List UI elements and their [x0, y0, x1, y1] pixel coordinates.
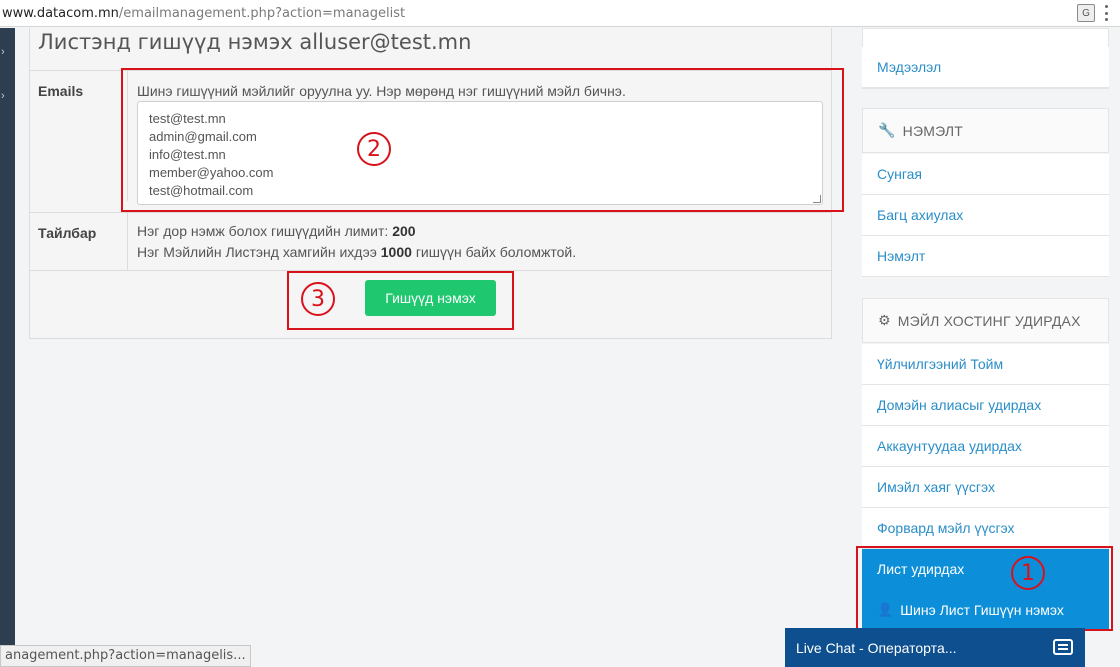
emails-label: Emails	[30, 71, 128, 201]
wrench-icon: 🔧	[878, 122, 896, 138]
limit-note-value: 200	[392, 223, 416, 239]
annotation-number-3: 3	[301, 282, 335, 316]
note-row: Тайлбар	[30, 212, 831, 270]
sidebar-item-accounts[interactable]: Аккаунтуудаа удирдах	[862, 426, 1109, 467]
annotation-number-1: 1	[1011, 556, 1045, 590]
url-path: /emailmanagement.php?action=managelist	[118, 5, 406, 21]
gear-icon: ⚙	[878, 312, 891, 328]
status-bar-url: anagement.php?action=managelis...	[0, 645, 251, 667]
sidebar-item-upgrade[interactable]: Багц ахиулах	[862, 195, 1109, 236]
translate-icon[interactable]: G	[1077, 4, 1095, 22]
sidebar-item-addons[interactable]: Нэмэлт	[862, 236, 1109, 277]
address-bar[interactable]: www.datacom.mn/emailmanagement.php?actio…	[0, 0, 1120, 27]
mail-hosting-header-label: МЭЙЛ ХОСТИНГ УДИРДАХ	[897, 312, 1081, 329]
chevron-right-icon[interactable]: ›	[1, 90, 5, 102]
url-text[interactable]: www.datacom.mn/emailmanagement.php?actio…	[0, 6, 405, 21]
max-members-note: Нэг Мэйлийн Листэнд хамгийн ихдээ 1000 г…	[137, 244, 576, 260]
url-host: www.datacom.mn	[2, 5, 119, 21]
annotation-box-1	[856, 546, 1113, 631]
left-nav-strip: › ›	[0, 28, 15, 667]
addon-header: 🔧 НЭМЭЛТ	[862, 108, 1109, 153]
annotation-number-2: 2	[357, 132, 391, 166]
sidebar-item-info[interactable]: Мэдээлэл	[862, 47, 1109, 88]
limit-note-text: Нэг дор нэмж болох гишүүдийн лимит:	[137, 223, 389, 239]
max-note-prefix: Нэг Мэйлийн Листэнд хамгийн ихдээ	[137, 244, 377, 260]
limit-note: Нэг дор нэмж болох гишүүдийн лимит: 200	[137, 223, 416, 239]
menu-dots-icon[interactable]	[1105, 5, 1109, 21]
sidebar-item-overview[interactable]: Үйлчилгээний Тойм	[862, 344, 1109, 385]
note-label: Тайлбар	[30, 213, 128, 270]
max-note-value: 1000	[380, 244, 412, 260]
sidebar-item-domain-alias[interactable]: Домэйн алиасыг удирдах	[862, 385, 1109, 426]
sidebar-item-create-email[interactable]: Имэйл хаяг үүсгэх	[862, 467, 1109, 508]
live-chat-label: Live Chat - Оператортa...	[796, 639, 957, 656]
chat-bubble-icon	[1053, 639, 1073, 655]
max-note-suffix: гишүүн байх боломжтой.	[415, 244, 577, 260]
live-chat-button[interactable]: Live Chat - Оператортa...	[785, 628, 1085, 667]
annotation-box-2	[121, 68, 844, 212]
page-title: Листэнд гишүүд нэмэх alluser@test.mn	[38, 30, 472, 54]
sidebar-item-forward[interactable]: Форвард мэйл үүсгэх	[862, 508, 1109, 549]
mail-hosting-header: ⚙ МЭЙЛ ХОСТИНГ УДИРДАХ	[862, 298, 1109, 343]
chevron-right-icon[interactable]: ›	[1, 46, 5, 58]
sidebar-item-renew[interactable]: Сунгая	[862, 154, 1109, 195]
addon-header-label: НЭМЭЛТ	[902, 122, 964, 139]
